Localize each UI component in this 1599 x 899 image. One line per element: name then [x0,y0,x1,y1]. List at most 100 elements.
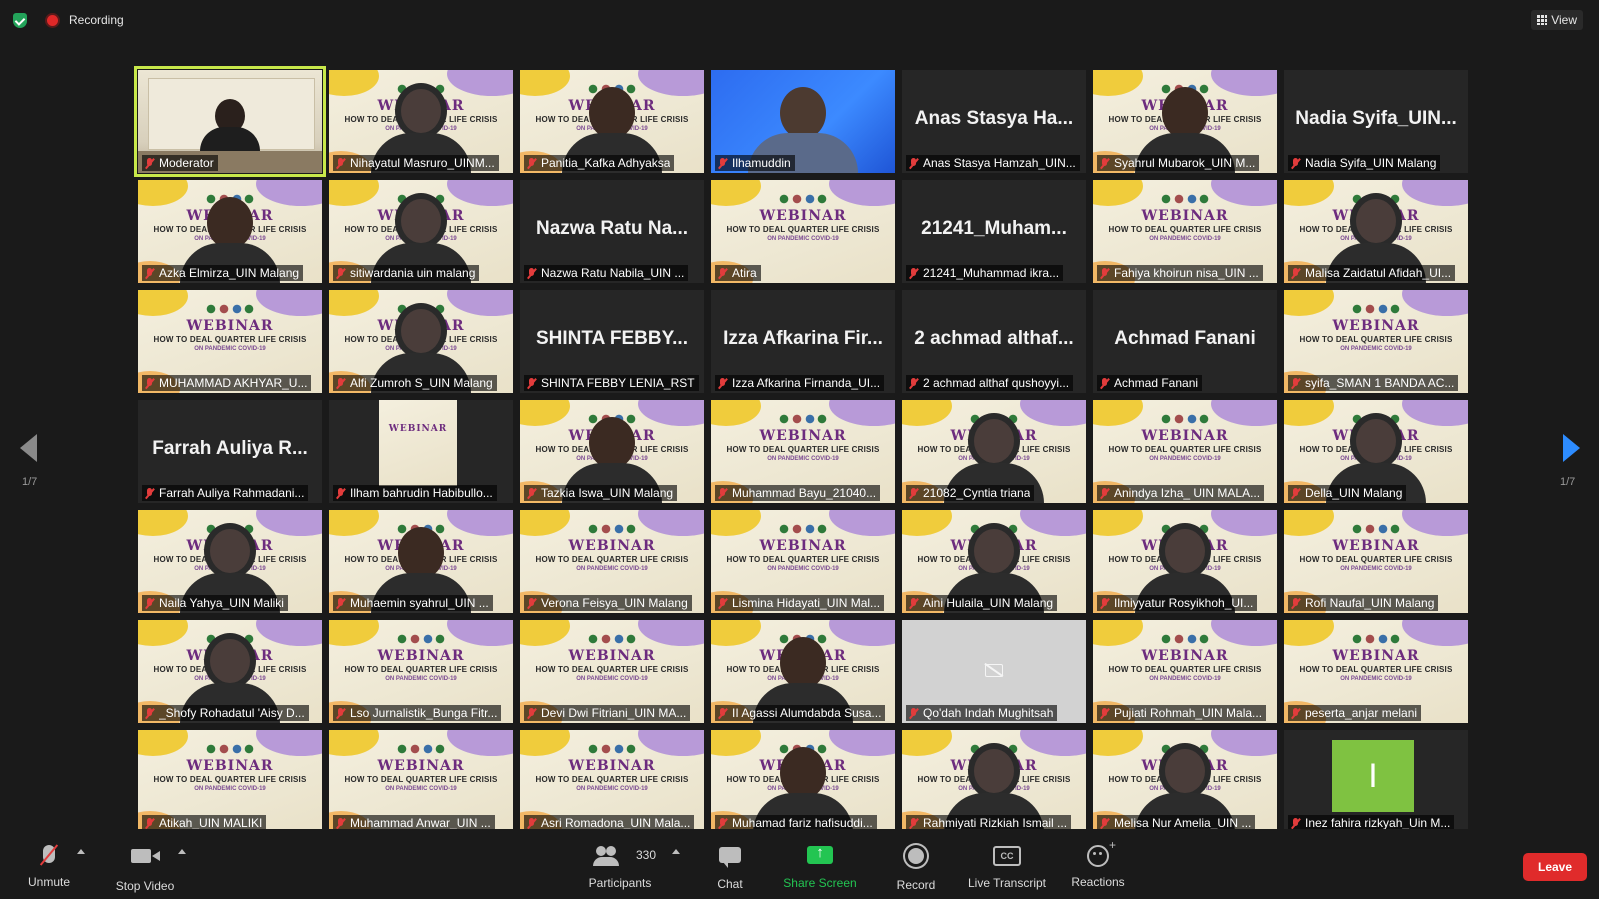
participant-tile[interactable]: I Inez fahira rizkyah_Uin M... [1284,730,1468,833]
participant-tile[interactable]: WEBINARHOW TO DEAL QUARTER LIFE CRISISON… [520,510,704,613]
participant-tile[interactable]: Achmad Fanani Achmad Fanani [1093,290,1277,393]
participant-tile[interactable]: WEBINARHOW TO DEAL QUARTER LIFE CRISISON… [711,510,895,613]
audio-options-caret-icon[interactable] [77,849,85,854]
muted-mic-icon [336,817,345,829]
participant-name-label: Aini Hulaila_UIN Malang [906,595,1058,611]
participant-tile[interactable]: 21241_Muham... 21241_Muhammad ikra... [902,180,1086,283]
participant-tile[interactable]: WEBINARHOW TO DEAL QUARTER LIFE CRISISON… [520,730,704,833]
live-transcript-button[interactable]: CC Live Transcript [963,843,1051,890]
muted-mic-icon [1100,597,1109,609]
decor-blob [829,180,895,206]
next-page-arrow-icon[interactable] [1563,434,1580,462]
participant-tile[interactable]: WEBINARHOW TO DEAL QUARTER LIFE CRISISON… [329,620,513,723]
participant-tile[interactable]: WEBINARHOW TO DEAL QUARTER LIFE CRISISON… [1093,730,1277,833]
participant-tile[interactable]: 2 achmad althaf... 2 achmad althaf qushoy… [902,290,1086,393]
previous-page-arrow-icon[interactable] [20,434,37,462]
muted-mic-icon [1100,267,1109,279]
participant-tile[interactable]: WEBINARHOW TO DEAL QUARTER LIFE CRISISON… [138,290,322,393]
participant-tile[interactable]: Moderator [134,66,326,177]
sponsor-logos-icon [397,634,445,644]
muted-microphone-icon [43,845,55,863]
participant-tile[interactable]: WEBINARHOW TO DEAL QUARTER LIFE CRISISON… [902,400,1086,503]
muted-mic-icon [909,597,918,609]
participant-tile[interactable]: WEBINARHOW TO DEAL QUARTER LIFE CRISISON… [1284,400,1468,503]
participants-options-caret-icon[interactable] [672,849,680,854]
decor-blob [711,400,761,426]
participant-tile[interactable]: WEBINARHOW TO DEAL QUARTER LIFE CRISISON… [1093,400,1277,503]
participant-tile[interactable]: WEBINARHOW TO DEAL QUARTER LIFE CRISISON… [329,180,513,283]
participant-tile[interactable]: SHINTA FEBBY... SHINTA FEBBY LENIA_RST [520,290,704,393]
participant-tile[interactable]: WEBINARHOW TO DEAL QUARTER LIFE CRISISON… [711,180,895,283]
participant-name: Izza Afkarina Firnanda_UI... [732,376,881,390]
participant-name: Aini Hulaila_UIN Malang [923,596,1054,610]
muted-mic-icon [718,487,727,499]
participant-tile[interactable]: Qo'dah Indah Mughitsah [902,620,1086,723]
webinar-title: WEBINAR [1332,538,1420,554]
muted-mic-icon [909,157,918,169]
participant-tile[interactable]: WEBINARHOW TO DEAL QUARTER LIFE CRISISON… [138,510,322,613]
video-options-caret-icon[interactable] [178,849,186,854]
participant-name: _Shofy Rohadatul 'Aisy D... [159,706,305,720]
top-bar: Recording View [0,0,1599,40]
participant-tile[interactable]: WEBINARHOW TO DEAL QUARTER LIFE CRISISON… [329,290,513,393]
participant-tile[interactable]: WEBINARHOW TO DEAL QUARTER LIFE CRISISON… [1284,510,1468,613]
security-shield-icon[interactable] [13,13,27,28]
participants-button[interactable]: 330 Participants [584,843,656,890]
participant-tile[interactable]: WEBINARHOW TO DEAL QUARTER LIFE CRISISON… [1093,180,1277,283]
participant-tile[interactable]: WEBINARHOW TO DEAL QUARTER LIFE CRISISON… [1284,620,1468,723]
participant-tile[interactable]: Nadia Syifa_UIN... Nadia Syifa_UIN Malang [1284,70,1468,173]
participant-name-label: 21082_Cyntia triana [906,485,1035,501]
participant-tile[interactable]: WEBINARHOW TO DEAL QUARTER LIFE CRISISON… [1284,180,1468,283]
participant-tile[interactable]: WEBINARHOW TO DEAL QUARTER LIFE CRISISON… [711,730,895,833]
participant-tile[interactable]: WEBINARHOW TO DEAL QUARTER LIFE CRISISON… [1093,510,1277,613]
participant-tile[interactable]: WEBINARHOW TO DEAL QUARTER LIFE CRISISON… [902,510,1086,613]
muted-mic-icon [336,267,345,279]
participant-tile[interactable]: WEBINARHOW TO DEAL QUARTER LIFE CRISISON… [138,620,322,723]
participant-name: Asri Romadona_UIN Mala... [541,816,691,830]
decor-blob [711,180,761,206]
participant-tile[interactable]: Izza Afkarina Fir... Izza Afkarina Firnan… [711,290,895,393]
participant-tile[interactable]: WEBINARHOW TO DEAL QUARTER LIFE CRISISON… [711,400,895,503]
muted-mic-icon [527,707,536,719]
participant-tile[interactable]: WEBINARHOW TO DEAL QUARTER LIFE CRISISON… [711,620,895,723]
muted-mic-icon [718,267,727,279]
participant-tile[interactable]: Anas Stasya Ha... Anas Stasya Hamzah_UIN.… [902,70,1086,173]
unmute-button[interactable]: Unmute [24,843,74,889]
participant-tile[interactable]: Ilhamuddin [711,70,895,173]
participant-tile[interactable]: WEBINARHOW TO DEAL QUARTER LIFE CRISISON… [520,70,704,173]
muted-mic-icon [909,707,918,719]
webinar-title: WEBINAR [377,758,465,774]
participant-tile[interactable]: WEBINARHOW TO DEAL QUARTER LIFE CRISISON… [1284,290,1468,393]
participant-name: Della_UIN Malang [1305,486,1403,500]
participant-tile[interactable]: WEBINARHOW TO DEAL QUARTER LIFE CRISISON… [520,400,704,503]
participant-tile[interactable]: WEBINARHOW TO DEAL QUARTER LIFE CRISISON… [520,620,704,723]
leave-button[interactable]: Leave [1523,853,1587,881]
muted-mic-icon [145,377,154,389]
participant-tile[interactable]: WEBINARHOW TO DEAL QUARTER LIFE CRISISON… [138,730,322,833]
participant-tile[interactable]: WEBINARHOW TO DEAL QUARTER LIFE CRISISON… [138,180,322,283]
stop-video-button[interactable]: Stop Video [110,843,180,893]
participant-tile[interactable]: WEBINARHOW TO DEAL QUARTER LIFE CRISISON… [1093,70,1277,173]
participant-tile[interactable]: Farrah Auliya R... Farrah Auliya Rahmadan… [138,400,322,503]
participant-tile[interactable]: WEBINARHOW TO DEAL QUARTER LIFE CRISISON… [329,510,513,613]
participant-tile[interactable]: WEBINARHOW TO DEAL QUARTER LIFE CRISISON… [329,70,513,173]
view-button[interactable]: View [1531,10,1583,30]
share-screen-button[interactable]: Share Screen [780,843,860,890]
record-button[interactable]: Record [894,843,938,892]
webinar-title: WEBINAR [759,538,847,554]
reactions-button[interactable]: Reactions [1068,838,1128,889]
muted-mic-icon [909,267,918,279]
closed-caption-icon: CC [993,846,1021,866]
muted-mic-icon [336,377,345,389]
participant-name: Achmad Fanani [1114,376,1199,390]
grid-view-icon [1537,15,1548,25]
webinar-subtitle: HOW TO DEAL QUARTER LIFE CRISIS [726,555,880,564]
participant-tile[interactable]: WEBINARHOW TO DEAL QUARTER LIFE CRISISON… [1093,620,1277,723]
participant-name-label: peserta_anjar melani [1288,705,1422,721]
participant-tile[interactable]: WEBINAR Ilham bahrudin Habibullo... [329,400,513,503]
participant-tile[interactable]: WEBINARHOW TO DEAL QUARTER LIFE CRISISON… [902,730,1086,833]
participant-tile[interactable]: Nazwa Ratu Na... Nazwa Ratu Nabila_UIN ..… [520,180,704,283]
chat-button[interactable]: Chat [713,843,747,891]
muted-mic-icon [145,707,154,719]
participant-tile[interactable]: WEBINARHOW TO DEAL QUARTER LIFE CRISISON… [329,730,513,833]
